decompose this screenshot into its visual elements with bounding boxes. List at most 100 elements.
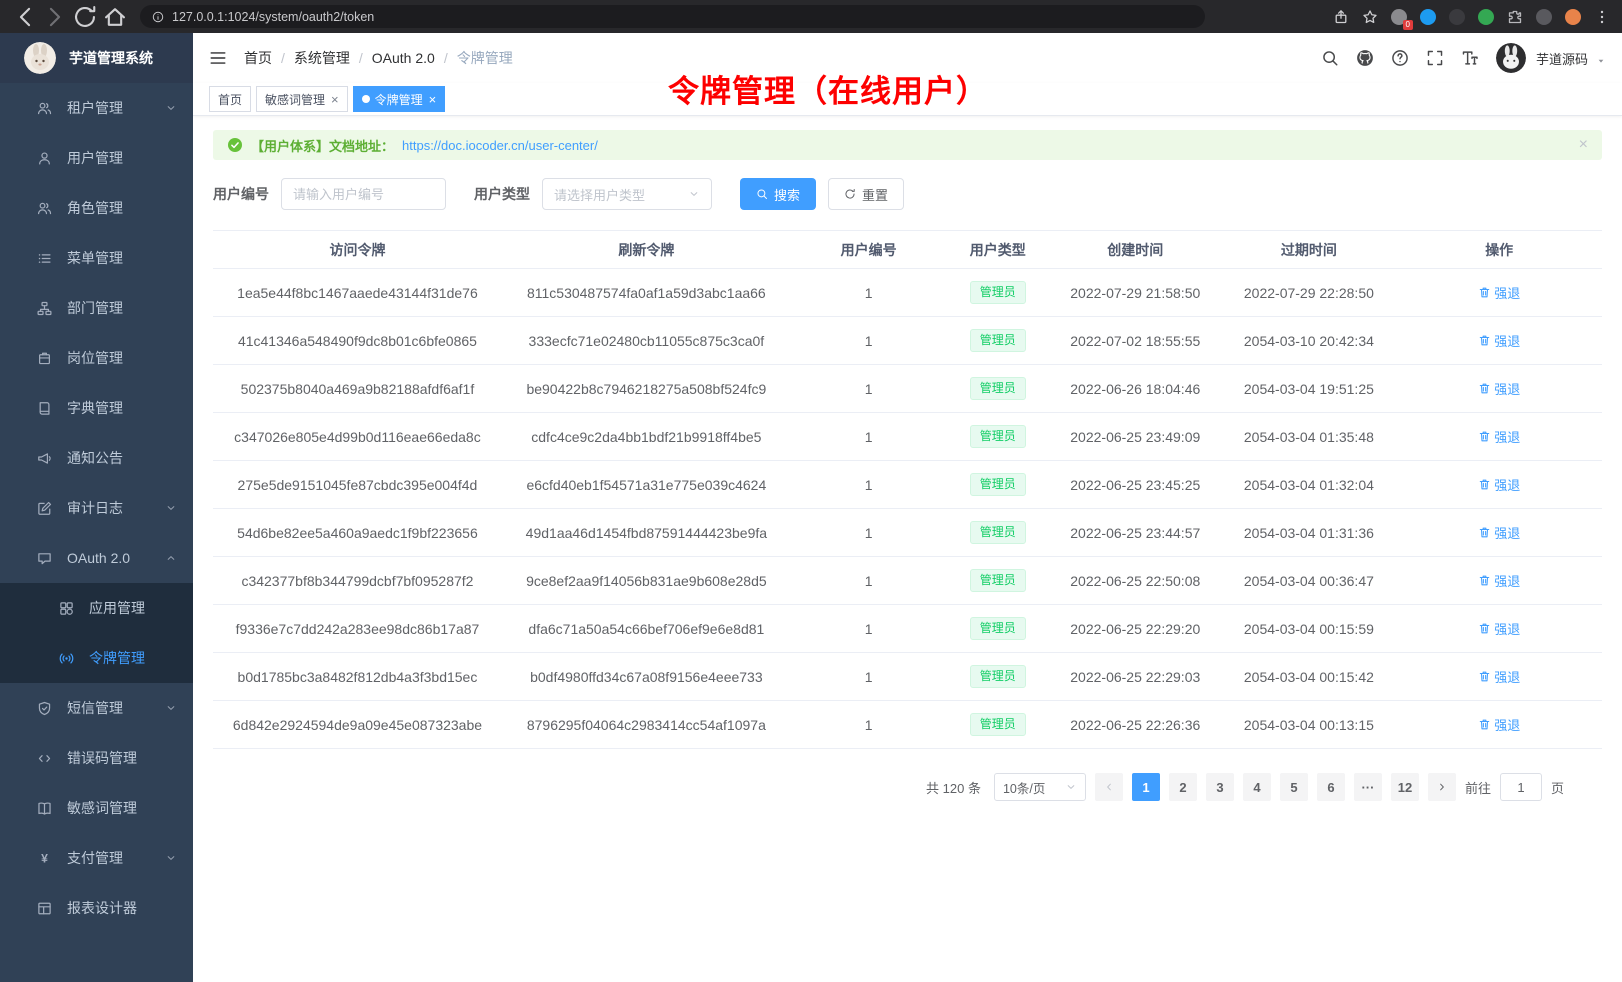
force-logout-button[interactable]: 强退	[1478, 715, 1520, 734]
sidebar-item-role[interactable]: 角色管理	[0, 183, 193, 233]
sidebar-item-audit-log[interactable]: 审计日志	[0, 483, 193, 533]
sidebar-item-sensitive-word[interactable]: 敏感词管理	[0, 783, 193, 833]
user-name[interactable]: 芋道源码	[1536, 49, 1588, 68]
site-info-icon[interactable]	[152, 11, 164, 23]
goto-page-input[interactable]	[1500, 773, 1542, 801]
page-button-12[interactable]: 12	[1391, 773, 1419, 801]
access-token-cell: 41c41346a548490f9dc8b01c6bfe0865	[213, 317, 502, 365]
force-logout-button[interactable]: 强退	[1478, 379, 1520, 398]
sidebar-item-dict[interactable]: 字典管理	[0, 383, 193, 433]
reset-button[interactable]: 重置	[828, 178, 904, 210]
sidebar-item-post[interactable]: 岗位管理	[0, 333, 193, 383]
reload-icon[interactable]	[72, 4, 98, 30]
extension-icon[interactable]: 0	[1391, 9, 1407, 25]
force-logout-button[interactable]: 强退	[1478, 427, 1520, 446]
page-button-3[interactable]: 3	[1206, 773, 1234, 801]
browser-menu-icon[interactable]	[1594, 9, 1610, 25]
search-button[interactable]: 搜索	[740, 178, 816, 210]
breadcrumb-item[interactable]: 首页	[244, 48, 272, 68]
bookmark-star-icon[interactable]	[1362, 9, 1378, 25]
font-size-icon[interactable]	[1461, 49, 1479, 67]
extension-icon[interactable]	[1536, 9, 1552, 25]
back-icon[interactable]	[12, 4, 38, 30]
action-cell: 强退	[1396, 317, 1602, 365]
user-avatar[interactable]	[1496, 43, 1526, 73]
alert-doc-link[interactable]: https://doc.iocoder.cn/user-center/	[402, 138, 598, 153]
sidebar-item-pay[interactable]: ¥支付管理	[0, 833, 193, 883]
refresh-token-cell: b0df4980ffd34c67a08f9156e4eee733	[502, 653, 791, 701]
browser-profile-avatar[interactable]	[1565, 9, 1581, 25]
sidebar-item-menu[interactable]: 菜单管理	[0, 233, 193, 283]
sidebar-item-oauth2-token[interactable]: 令牌管理	[0, 633, 193, 683]
create-time-cell: 2022-06-26 18:04:46	[1049, 365, 1221, 413]
force-logout-button[interactable]: 强退	[1478, 619, 1520, 638]
app-logo[interactable]: 芋道管理系统	[0, 33, 193, 83]
create-time-cell: 2022-06-25 23:44:57	[1049, 509, 1221, 557]
url-bar[interactable]: 127.0.0.1:1024/system/oauth2/token	[140, 5, 1205, 28]
page-button-1[interactable]: 1	[1132, 773, 1160, 801]
home-icon[interactable]	[102, 4, 128, 30]
user-menu-caret-icon[interactable]	[1596, 56, 1606, 66]
alert-close-icon[interactable]: ×	[1579, 137, 1588, 153]
breadcrumb-item[interactable]: OAuth 2.0	[372, 50, 435, 66]
breadcrumb-item[interactable]: 系统管理	[294, 48, 350, 68]
page-button-4[interactable]: 4	[1243, 773, 1271, 801]
sidebar-item-dept[interactable]: 部门管理	[0, 283, 193, 333]
expire-time-cell: 2054-03-04 01:35:48	[1221, 413, 1396, 461]
force-logout-button[interactable]: 强退	[1478, 475, 1520, 494]
user-id-input[interactable]	[293, 187, 434, 202]
table-row: b0d1785bc3a8482f812db4a3f3bd15ecb0df4980…	[213, 653, 1602, 701]
tab-oauth2-token[interactable]: 令牌管理 ×	[353, 86, 446, 112]
sidebar-item-user[interactable]: 用户管理	[0, 133, 193, 183]
sidebar-item-error-code[interactable]: 错误码管理	[0, 733, 193, 783]
extension-badge: 0	[1403, 20, 1413, 30]
sidebar-item-tenant[interactable]: 租户管理	[0, 83, 193, 133]
force-logout-button[interactable]: 强退	[1478, 283, 1520, 302]
page-button-5[interactable]: 5	[1280, 773, 1308, 801]
access-token-cell: c342377bf8b344799dcbf7bf095287f2	[213, 557, 502, 605]
action-cell: 强退	[1396, 509, 1602, 557]
tab-close-icon[interactable]: ×	[331, 92, 339, 107]
tab-close-icon[interactable]: ×	[429, 92, 437, 107]
next-page-button[interactable]	[1428, 773, 1456, 801]
tab-label: 令牌管理	[375, 91, 423, 108]
user-type-cell: 管理员	[946, 365, 1049, 413]
page-button-6[interactable]: 6	[1317, 773, 1345, 801]
force-logout-button[interactable]: 强退	[1478, 571, 1520, 590]
sidebar-collapse-icon[interactable]	[209, 49, 227, 67]
sidebar-item-oauth2-app[interactable]: 应用管理	[0, 583, 193, 633]
help-icon[interactable]	[1391, 49, 1409, 67]
sidebar-item-report-designer[interactable]: 报表设计器	[0, 883, 193, 933]
extension-icon[interactable]	[1478, 9, 1494, 25]
user-id-input-wrap	[281, 178, 446, 210]
extension-icon[interactable]	[1420, 9, 1436, 25]
page-button-2[interactable]: 2	[1169, 773, 1197, 801]
user-type-cell: 管理员	[946, 605, 1049, 653]
tab-sensitive-word[interactable]: 敏感词管理×	[256, 86, 348, 112]
sidebar-item-notice[interactable]: 通知公告	[0, 433, 193, 483]
chevron-down-icon	[165, 702, 177, 714]
user-type-select[interactable]: 请选择用户类型	[542, 178, 712, 210]
search-icon[interactable]	[1321, 49, 1339, 67]
prev-page-button[interactable]	[1095, 773, 1123, 801]
extension-icon[interactable]	[1449, 9, 1465, 25]
extensions-puzzle-icon[interactable]	[1507, 9, 1523, 25]
forward-icon[interactable]	[42, 4, 68, 30]
force-logout-label: 强退	[1494, 379, 1520, 398]
force-logout-button[interactable]: 强退	[1478, 667, 1520, 686]
tab-home[interactable]: 首页	[209, 86, 251, 112]
create-time-cell: 2022-07-29 21:58:50	[1049, 269, 1221, 317]
sidebar-item-label: 用户管理	[67, 148, 123, 168]
megaphone-icon	[37, 451, 52, 466]
page-size-select[interactable]: 10条/页	[994, 773, 1086, 801]
share-icon[interactable]	[1333, 9, 1349, 25]
force-logout-button[interactable]: 强退	[1478, 523, 1520, 542]
force-logout-button[interactable]: 强退	[1478, 331, 1520, 350]
user-id-cell: 1	[791, 269, 947, 317]
chevron-down-icon	[165, 102, 177, 114]
sidebar-item-oauth2[interactable]: OAuth 2.0	[0, 533, 193, 583]
github-icon[interactable]	[1356, 49, 1374, 67]
fullscreen-icon[interactable]	[1426, 49, 1444, 67]
sidebar-item-sms[interactable]: 短信管理	[0, 683, 193, 733]
refresh-token-cell: 49d1aa46d1454fbd87591444423be9fa	[502, 509, 791, 557]
